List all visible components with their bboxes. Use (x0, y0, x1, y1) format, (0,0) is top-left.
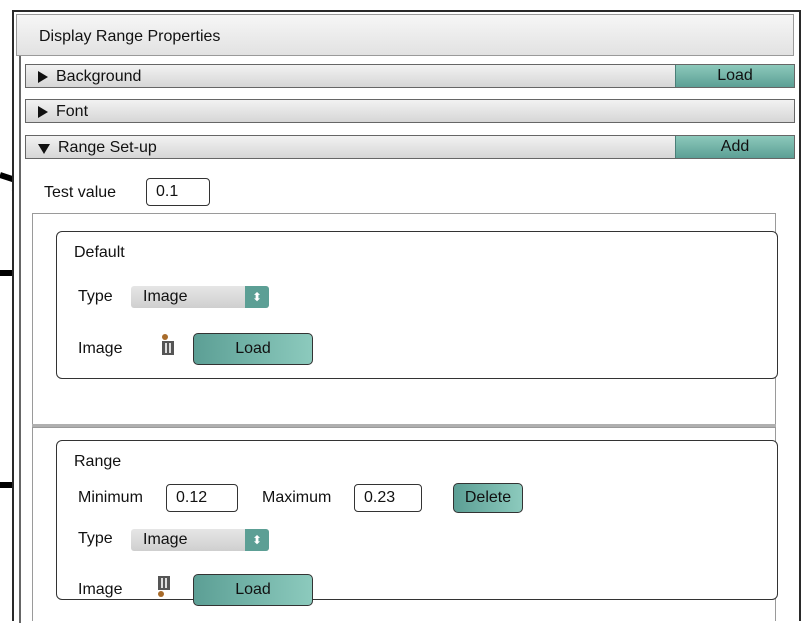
section-background[interactable]: Background Load (25, 64, 795, 88)
default-type-label: Type (78, 288, 113, 305)
panel-inner-border (19, 56, 21, 623)
range-type-select[interactable]: Image ⬍ (131, 529, 269, 551)
range-min-label: Minimum (78, 489, 143, 506)
triangle-right-icon (38, 106, 48, 118)
panel-title: Display Range Properties (39, 28, 221, 45)
test-value-label: Test value (44, 184, 117, 201)
range-image-load-button[interactable]: Load (193, 574, 313, 606)
default-group: Default Type Image ⬍ Image Load (56, 231, 778, 379)
default-type-select[interactable]: Image ⬍ (131, 286, 269, 308)
default-group-title: Default (74, 244, 125, 261)
up-down-arrows-icon: ⬍ (245, 286, 269, 308)
test-value-input[interactable]: 0.1 (146, 178, 210, 206)
default-type-value: Image (143, 288, 188, 305)
range-type-label: Type (78, 530, 113, 547)
section-background-label-wrap: Background (38, 68, 141, 86)
section-range-setup-label: Range Set-up (58, 139, 157, 156)
section-range-setup-label-wrap: Range Set-up (38, 139, 157, 157)
range-max-label: Maximum (262, 489, 332, 506)
section-font-label: Font (56, 103, 89, 120)
image-thumbnail-icon (162, 334, 174, 355)
range-image-label: Image (78, 581, 123, 598)
section-background-label: Background (56, 68, 142, 85)
range-add-button[interactable]: Add (675, 136, 794, 158)
up-down-arrows-icon: ⬍ (245, 529, 269, 551)
default-image-load-button[interactable]: Load (193, 333, 313, 365)
default-image-label: Image (78, 340, 123, 357)
range-delete-button[interactable]: Delete (453, 483, 523, 513)
triangle-down-icon (38, 144, 50, 154)
image-thumbnail-icon (158, 576, 170, 597)
range-group-title: Range (74, 453, 122, 470)
section-font[interactable]: Font (25, 99, 795, 123)
range-max-input[interactable]: 0.23 (354, 484, 422, 512)
triangle-right-icon (38, 71, 48, 83)
range-group: Range Minimum 0.12 Maximum 0.23 Delete T… (56, 440, 778, 606)
background-load-button[interactable]: Load (675, 65, 794, 87)
panel-title-bar: Display Range Properties (16, 14, 794, 56)
range-type-value: Image (143, 531, 188, 548)
range-min-input[interactable]: 0.12 (166, 484, 238, 512)
section-range-setup[interactable]: Range Set-up Add (25, 135, 795, 159)
section-font-label-wrap: Font (38, 103, 88, 121)
